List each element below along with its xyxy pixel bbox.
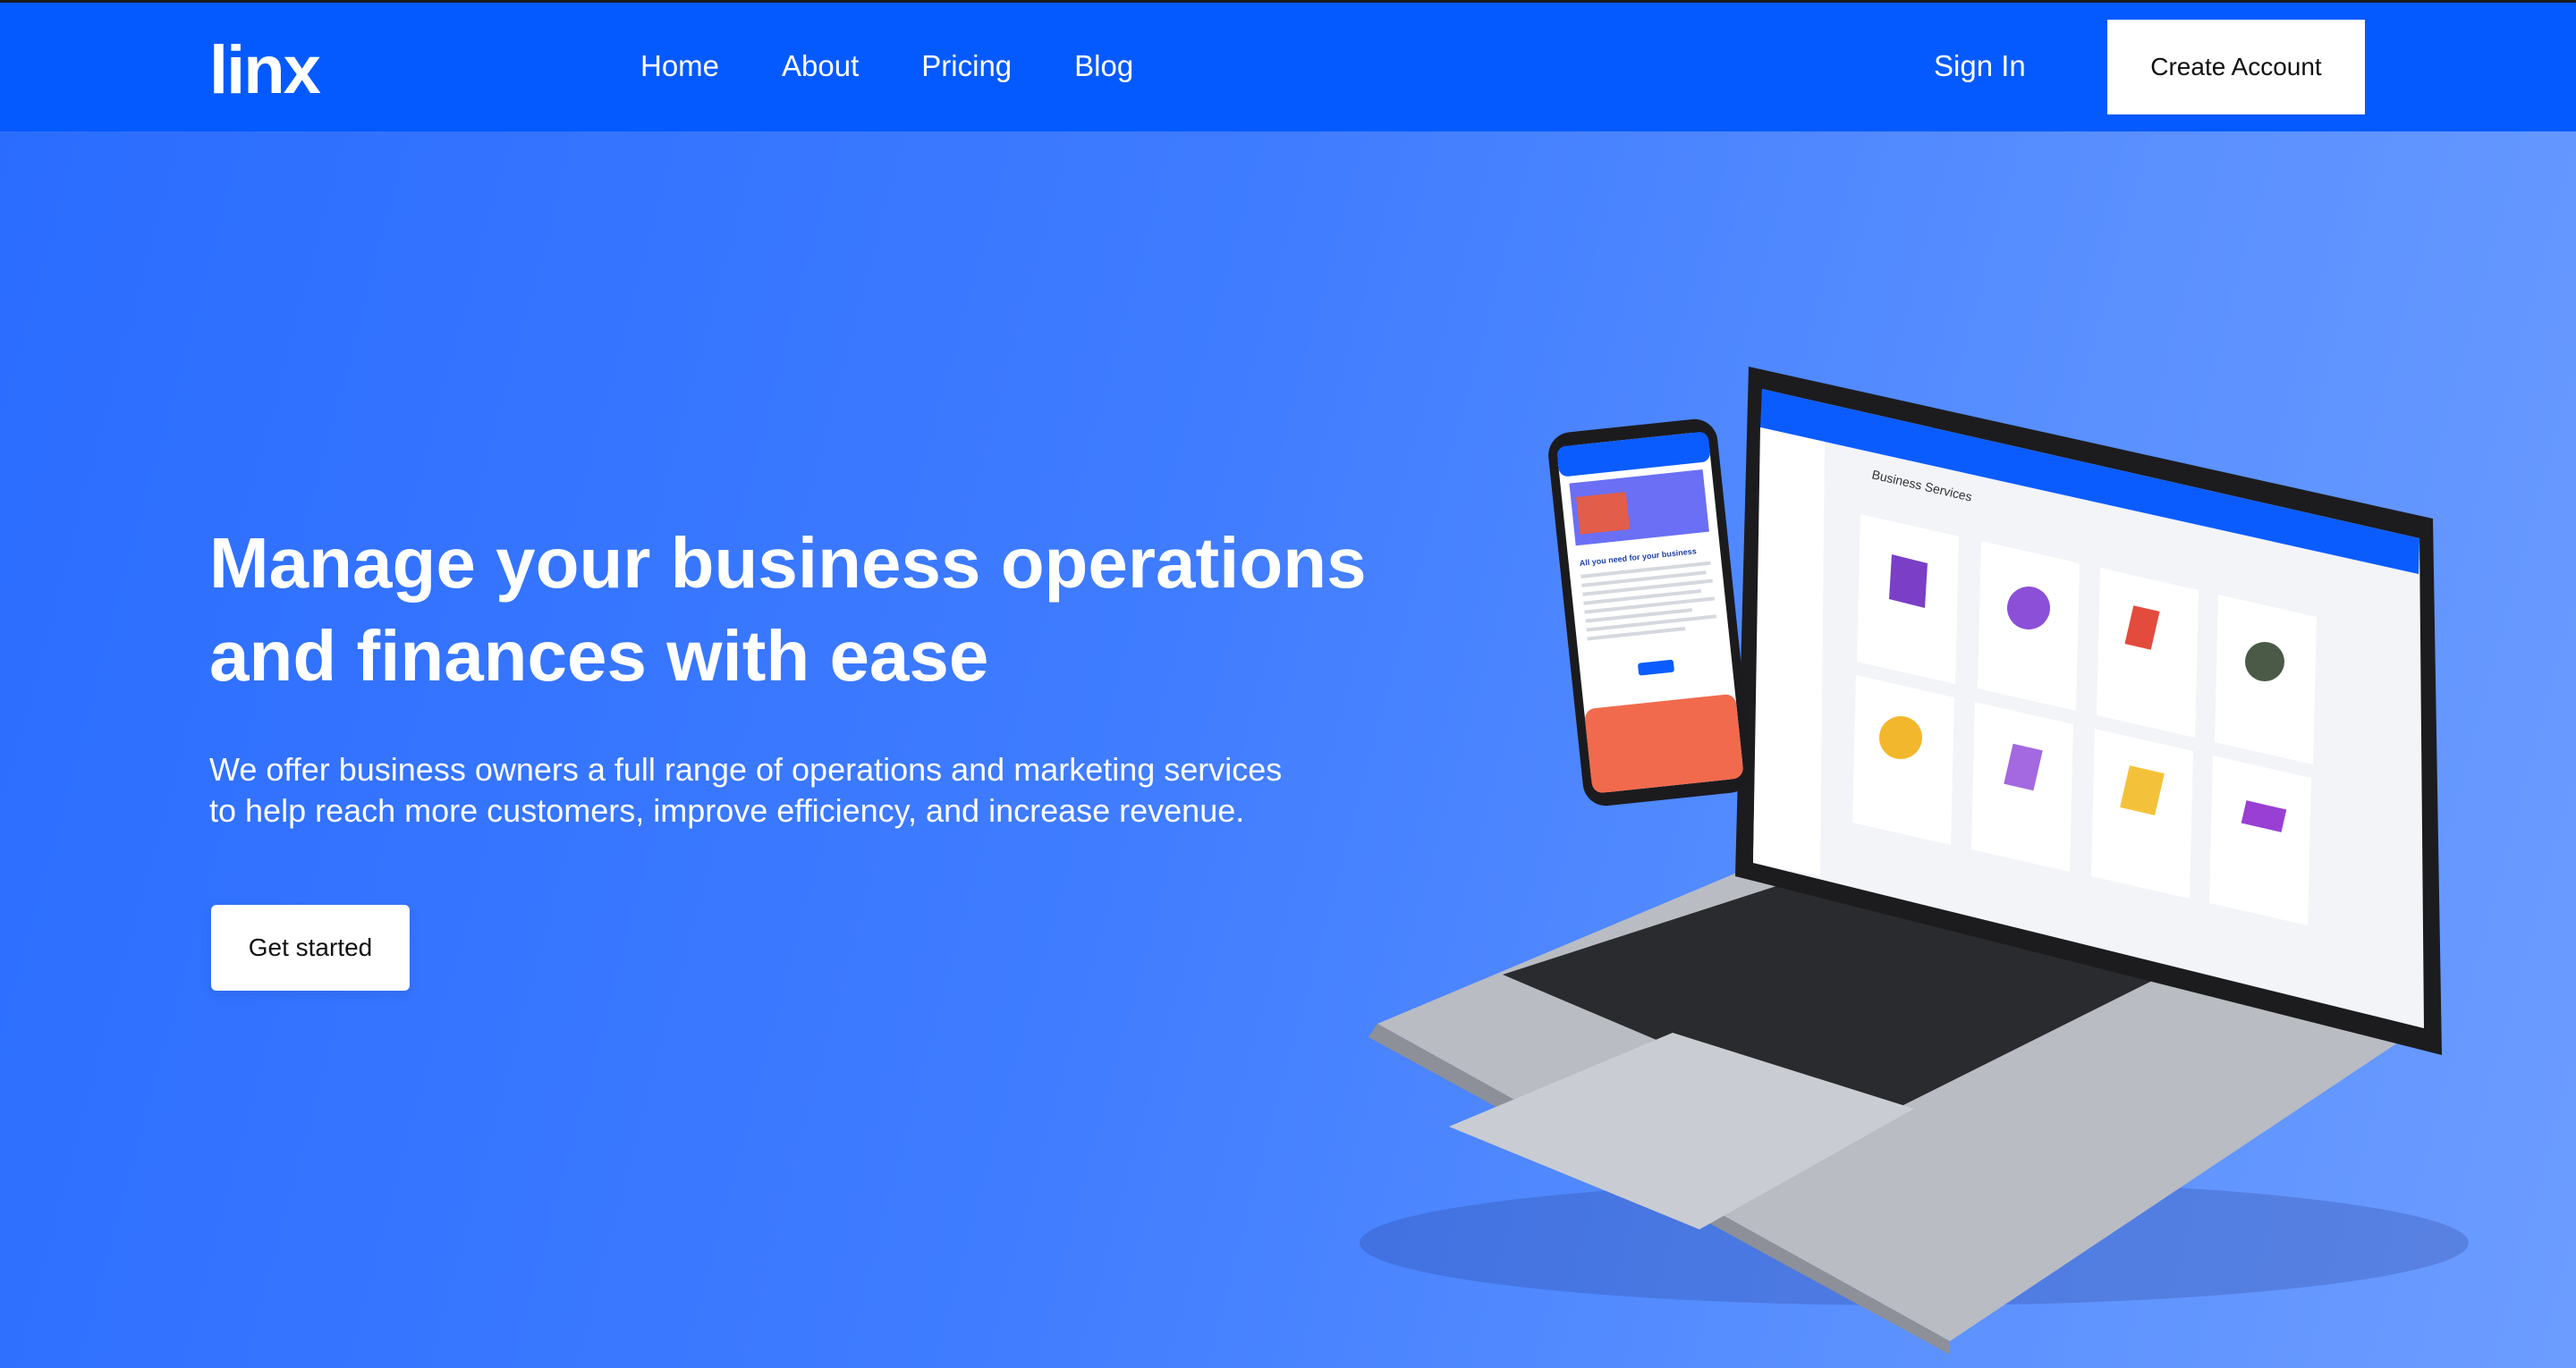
nav-about-link[interactable]: About xyxy=(782,49,859,83)
linx-logo[interactable]: linx xyxy=(209,37,321,105)
hero-subtitle-line-2: to help reach more customers, improve ef… xyxy=(209,792,1245,829)
card-tax-payment xyxy=(2097,568,2199,738)
hero-title-line-2: and finances with ease xyxy=(209,616,989,696)
nav-pricing-link[interactable]: Pricing xyxy=(921,49,1012,83)
card-illustration xyxy=(2007,587,2050,629)
hero-subtitle: We offer business owners a full range of… xyxy=(209,749,1408,832)
phone-footer-block xyxy=(1585,694,1743,793)
main-nav: Home About Pricing Blog xyxy=(640,49,1133,83)
phone-banner-image xyxy=(1576,492,1631,535)
sign-in-link[interactable]: Sign In xyxy=(1934,49,2026,83)
top-navbar: linx Home About Pricing Blog Sign In Cre… xyxy=(0,3,2576,131)
create-account-button[interactable]: Create Account xyxy=(2107,20,2365,114)
device-mockup-illustration: Business Services All you need for your … xyxy=(1360,367,2469,1355)
hero-title-line-1: Manage your business operations xyxy=(209,523,1367,603)
hero-subtitle-line-1: We offer business owners a full range of… xyxy=(209,751,1283,788)
card-illustration xyxy=(2245,642,2284,681)
nav-blog-link[interactable]: Blog xyxy=(1074,49,1133,83)
card-hmo xyxy=(2091,729,2193,899)
card-illustration xyxy=(1889,554,1928,608)
nav-home-link[interactable]: Home xyxy=(640,49,719,83)
get-started-button[interactable]: Get started xyxy=(211,905,410,991)
card-banking-marketing xyxy=(1852,675,1954,845)
card-illustration xyxy=(1879,716,1922,759)
card-email-service xyxy=(2209,756,2311,925)
laptop-screen-sidebar xyxy=(1753,427,1825,876)
